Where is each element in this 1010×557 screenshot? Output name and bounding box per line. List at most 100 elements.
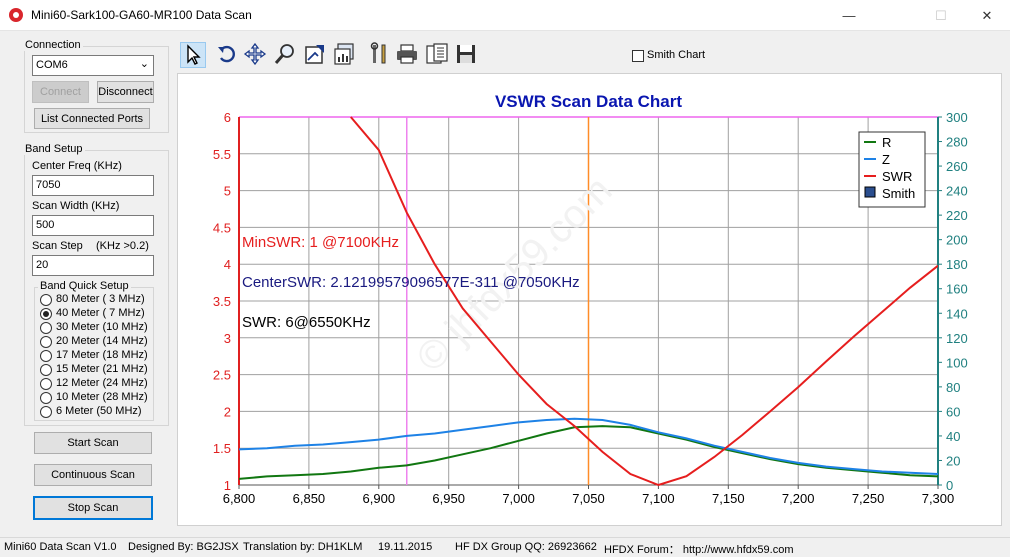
smith-chart-checkbox[interactable]: [632, 50, 644, 62]
band-setup-group-label: Band Setup: [23, 143, 85, 155]
y-right-tick-label: 180: [946, 257, 968, 272]
y-right-tick-label: 300: [946, 110, 968, 125]
pan-icon[interactable]: [243, 42, 269, 68]
radio-button[interactable]: [40, 392, 52, 404]
radio-button[interactable]: [40, 294, 52, 306]
x-tick-label: 7,050: [572, 491, 605, 506]
zoom-icon[interactable]: [273, 42, 299, 68]
vswr-chart: 6,800 6,850 6,900 6,950 7,000 7,050 7,100 7,150…: [213, 92, 968, 506]
x-tick-label: 6,800: [223, 491, 256, 506]
radio-button[interactable]: [40, 364, 52, 376]
stop-scan-button[interactable]: Stop Scan: [33, 496, 153, 520]
min-swr-annotation: MinSWR: 1 @7100KHz: [242, 234, 399, 251]
legend-label: R: [882, 135, 891, 150]
status-designed-by: Designed By: BG2JSX: [128, 541, 239, 553]
center-freq-input[interactable]: 7050: [32, 175, 154, 196]
band-radio-label: 80 Meter ( 3 MHz): [56, 293, 145, 305]
export-image-icon[interactable]: [303, 42, 329, 68]
tools-icon[interactable]: [367, 42, 393, 68]
radio-button[interactable]: [40, 378, 52, 390]
rotate-icon[interactable]: [215, 42, 241, 68]
minimize-button[interactable]: —: [826, 0, 872, 31]
legend-label: SWR: [882, 169, 912, 184]
y-left-tick-label: 4.5: [213, 220, 231, 235]
center-freq-label: Center Freq (KHz): [32, 160, 122, 172]
y-right-tick-label: 20: [946, 453, 960, 468]
y-left-tick-label: 4: [224, 257, 231, 272]
y-right-tick-label: 220: [946, 208, 968, 223]
chevron-down-icon: ⌄: [139, 58, 149, 70]
status-bar: Mini60 Data Scan V1.0 Designed By: BG2JS…: [0, 537, 1010, 556]
scan-step-input[interactable]: 20: [32, 255, 154, 276]
radio-button[interactable]: [40, 322, 52, 334]
save-icon[interactable]: [454, 42, 480, 68]
band-radio-label: 6 Meter (50 MHz): [56, 405, 142, 417]
connect-button: Connect: [32, 81, 89, 103]
start-scan-button[interactable]: Start Scan: [34, 432, 152, 454]
x-tick-label: 7,150: [712, 491, 745, 506]
y-right-tick-label: 140: [946, 306, 968, 321]
band-quick-setup-label: Band Quick Setup: [38, 280, 131, 292]
y-left-tick-label: 2: [224, 404, 231, 419]
y-right-tick-label: 280: [946, 135, 968, 150]
radio-button[interactable]: [40, 406, 52, 418]
title-bar: Mini60-Sark100-GA60-MR100 Data Scan — ☐ …: [0, 0, 1010, 31]
radio-button[interactable]: [40, 350, 52, 362]
status-forum: HFDX Forum： http://www.hfdx59.com: [604, 544, 794, 556]
band-radio-label: 17 Meter (18 MHz): [56, 349, 148, 361]
close-button[interactable]: ✕: [964, 0, 1010, 31]
y-left-tick-label: 3.5: [213, 294, 231, 309]
smith-chart-label: Smith Chart: [647, 49, 706, 61]
port-select[interactable]: COM6 ⌄: [32, 55, 154, 76]
y-left-tick-label: 1: [224, 478, 231, 493]
list-ports-button[interactable]: List Connected Ports: [34, 108, 150, 129]
status-date: 19.11.2015: [378, 541, 433, 553]
y-left-tick-label: 5: [224, 184, 231, 199]
scan-step-label: Scan Step: [32, 240, 83, 252]
scan-width-label: Scan Width (KHz): [32, 200, 120, 212]
print-icon[interactable]: [395, 42, 421, 68]
y-right-tick-label: 60: [946, 404, 960, 419]
status-version: Mini60 Data Scan V1.0: [4, 541, 117, 553]
chart-toolbar: Smith Chart: [177, 40, 1002, 72]
radio-button[interactable]: [40, 336, 52, 348]
y-right-tick-label: 200: [946, 233, 968, 248]
y-right-tick-label: 160: [946, 282, 968, 297]
y-right-tick-label: 240: [946, 184, 968, 199]
window-title: Mini60-Sark100-GA60-MR100 Data Scan: [31, 8, 252, 22]
copy-data-icon[interactable]: [425, 42, 451, 68]
x-tick-label: 7,300: [922, 491, 955, 506]
legend-swatch-box: [864, 186, 876, 198]
radio-button[interactable]: [40, 308, 52, 320]
connection-group-label: Connection: [23, 39, 83, 51]
pointer-icon[interactable]: [180, 42, 206, 68]
y-left-tick-label: 3: [224, 331, 231, 346]
y-right-tick-label: 100: [946, 355, 968, 370]
chart-settings-icon[interactable]: [332, 42, 358, 68]
vswr-chart-panel: 6,800 6,850 6,900 6,950 7,000 7,050 7,100 7,150…: [177, 73, 1002, 526]
swr-annotation: SWR: 6@6550KHz: [242, 314, 371, 331]
y-right-tick-label: 260: [946, 159, 968, 174]
band-radio-label: 20 Meter (14 MHz): [56, 335, 148, 347]
x-tick-label: 6,950: [432, 491, 465, 506]
port-select-value: COM6: [36, 59, 68, 71]
x-tick-label: 7,000: [502, 491, 535, 506]
y-right-tick-label: 40: [946, 429, 960, 444]
scan-step-hint: (KHz >0.2): [96, 240, 149, 252]
app-icon: [9, 8, 23, 22]
y-left-tick-label: 2.5: [213, 368, 231, 383]
continuous-scan-button[interactable]: Continuous Scan: [34, 464, 152, 486]
y-right-tick-label: 0: [946, 478, 953, 493]
band-radio-label: 10 Meter (28 MHz): [56, 391, 148, 403]
x-tick-label: 7,250: [852, 491, 885, 506]
disconnect-button[interactable]: Disconnect: [97, 81, 154, 103]
maximize-button: ☐: [935, 8, 947, 23]
y-right-tick-label: 80: [946, 380, 960, 395]
band-radio-label: 40 Meter ( 7 MHz): [56, 307, 145, 319]
legend-label: Z: [882, 152, 890, 167]
center-swr-annotation: CenterSWR: 2.12199579096577E-311 @7050KH…: [242, 274, 580, 291]
y-left-tick-label: 6: [224, 110, 231, 125]
band-radio-label: 12 Meter (24 MHz): [56, 377, 148, 389]
scan-width-input[interactable]: 500: [32, 215, 154, 236]
band-radio-label: 15 Meter (21 MHz): [56, 363, 148, 375]
